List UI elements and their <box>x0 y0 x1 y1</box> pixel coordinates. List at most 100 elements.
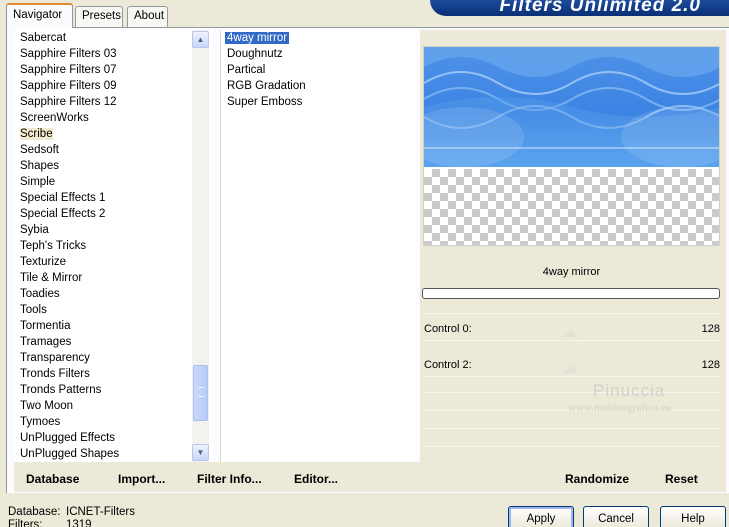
category-item-label: Sedsoft <box>20 144 59 156</box>
progress-bar <box>422 288 720 299</box>
watermark-url: www.maidiregrafica.eu <box>568 402 672 414</box>
category-scrollbar[interactable]: ▲ ▼ <box>192 30 209 462</box>
filter-list[interactable]: 4way mirror Doughnutz Partical RGB Gradatio… <box>220 30 416 462</box>
category-item[interactable]: Special Effects 2 <box>14 206 192 222</box>
category-item-label: Tormentia <box>20 320 71 332</box>
filter-item-label: 4way mirror <box>225 32 290 44</box>
category-item-label: ScreenWorks <box>20 112 89 124</box>
category-item-label: UnPlugged Shapes <box>20 448 120 460</box>
category-item[interactable]: Transparency <box>14 350 192 366</box>
scroll-thumb[interactable] <box>193 365 208 421</box>
filter-item[interactable]: Doughnutz <box>221 46 416 62</box>
control-0-slider[interactable]: Control 0: 128 <box>424 320 720 338</box>
category-item[interactable]: Tile & Mirror <box>14 270 192 286</box>
category-item[interactable]: Tools <box>14 302 192 318</box>
filter-item[interactable]: 4way mirror <box>221 30 416 46</box>
category-item-label: Two Moon <box>20 400 74 412</box>
category-item-label: Teph's Tricks <box>20 240 87 252</box>
filter-item-label: Super Emboss <box>227 96 303 108</box>
category-item[interactable]: Tymoes <box>14 414 192 430</box>
scroll-down-button[interactable]: ▼ <box>192 444 209 461</box>
database-info: Database: ICNET-Filters <box>8 506 135 518</box>
tab-presets[interactable]: Presets <box>75 6 123 27</box>
category-list[interactable]: Sabercat Sapphire Filters 03 Sapphire Filt… <box>14 30 212 462</box>
control-0-thumb[interactable] <box>563 329 579 337</box>
control-0-label: Control 0: <box>424 323 472 335</box>
filters-info: Filters: 1319 <box>8 519 92 527</box>
category-item-label: Sapphire Filters 07 <box>20 64 117 76</box>
filter-item-label: RGB Gradation <box>227 80 306 92</box>
category-item-label: Special Effects 1 <box>20 192 106 204</box>
category-item[interactable]: Toadies <box>14 286 192 302</box>
toolbar: Database Import... Filter Info... Editor… <box>14 462 726 492</box>
category-item[interactable]: Sedsoft <box>14 142 192 158</box>
category-item[interactable]: Tronds Patterns <box>14 382 192 398</box>
category-item[interactable]: Shapes <box>14 158 192 174</box>
scroll-up-button[interactable]: ▲ <box>192 31 209 48</box>
filters-count: 1319 <box>66 519 92 527</box>
category-item[interactable]: Sapphire Filters 09 <box>14 78 192 94</box>
category-item[interactable]: Tormentia <box>14 318 192 334</box>
category-item[interactable]: UnPlugged Effects <box>14 430 192 446</box>
category-item[interactable]: Sapphire Filters 12 <box>14 94 192 110</box>
app-banner: Filters Unlimited 2.0 <box>430 0 729 16</box>
category-item-label: UnPlugged Effects <box>20 432 116 444</box>
filter-items: 4way mirror Doughnutz Partical RGB Gradatio… <box>221 30 416 110</box>
control-2-thumb[interactable] <box>563 365 579 373</box>
category-item[interactable]: Sapphire Filters 03 <box>14 46 192 62</box>
category-item[interactable]: Scribe <box>14 126 192 142</box>
category-item[interactable]: Two Moon <box>14 398 192 414</box>
category-items: Sabercat Sapphire Filters 03 Sapphire Filt… <box>14 30 192 462</box>
tab-navigator[interactable]: Navigator <box>6 3 73 28</box>
grip-icon <box>198 387 204 397</box>
wave-graphic <box>424 47 719 167</box>
category-item[interactable]: Tramages <box>14 334 192 350</box>
randomize-button[interactable]: Randomize <box>565 472 629 486</box>
category-item[interactable]: Tronds Filters <box>14 366 192 382</box>
category-item-label: Tools <box>20 304 47 316</box>
category-item-label: Tile & Mirror <box>20 272 83 284</box>
reset-button[interactable]: Reset <box>665 472 698 486</box>
tab-about[interactable]: About <box>127 6 168 27</box>
category-item[interactable]: Teph's Tricks <box>14 238 192 254</box>
category-item[interactable]: Sapphire Filters 07 <box>14 62 192 78</box>
category-item-label: Sapphire Filters 03 <box>20 48 117 60</box>
database-value: ICNET-Filters <box>66 506 135 518</box>
divider <box>422 313 720 314</box>
category-item[interactable]: Texturize <box>14 254 192 270</box>
category-item[interactable]: Sabercat <box>14 30 192 46</box>
category-item-label: Special Effects 2 <box>20 208 106 220</box>
category-item[interactable]: Sybia <box>14 222 192 238</box>
control-2-slider[interactable]: Control 2: 128 <box>424 356 720 374</box>
database-button[interactable]: Database <box>26 472 79 486</box>
control-0-value: 128 <box>701 323 720 335</box>
category-item-label: Tymoes <box>20 416 61 428</box>
category-item[interactable]: ScreenWorks <box>14 110 192 126</box>
apply-button[interactable]: Apply <box>508 506 574 527</box>
category-item[interactable]: UnPlugged Shapes <box>14 446 192 462</box>
filter-item[interactable]: RGB Gradation <box>221 78 416 94</box>
preview-wave-image <box>424 47 719 167</box>
app-title: Filters Unlimited 2.0 <box>499 0 701 16</box>
divider <box>422 392 720 393</box>
divider <box>422 376 720 377</box>
cancel-button[interactable]: Cancel <box>583 506 649 527</box>
filter-item[interactable]: Super Emboss <box>221 94 416 110</box>
category-item-label: Tramages <box>20 336 72 348</box>
category-item-label: Toadies <box>20 288 60 300</box>
filter-item-label: Doughnutz <box>227 48 283 60</box>
category-item[interactable]: Simple <box>14 174 192 190</box>
filter-item[interactable]: Partical <box>221 62 416 78</box>
import-button[interactable]: Import... <box>118 472 165 486</box>
category-item-label: Tronds Patterns <box>20 384 102 396</box>
filter-info-button[interactable]: Filter Info... <box>197 472 262 486</box>
database-label: Database: <box>8 506 61 518</box>
category-item-label: Simple <box>20 176 56 188</box>
divider <box>422 340 720 341</box>
category-item-label: Sapphire Filters 12 <box>20 96 117 108</box>
watermark-name: Pinuccia <box>593 381 666 400</box>
filters-label: Filters: <box>8 519 43 527</box>
help-button[interactable]: Help <box>660 506 726 527</box>
category-item[interactable]: Special Effects 1 <box>14 190 192 206</box>
editor-button[interactable]: Editor... <box>294 472 338 486</box>
